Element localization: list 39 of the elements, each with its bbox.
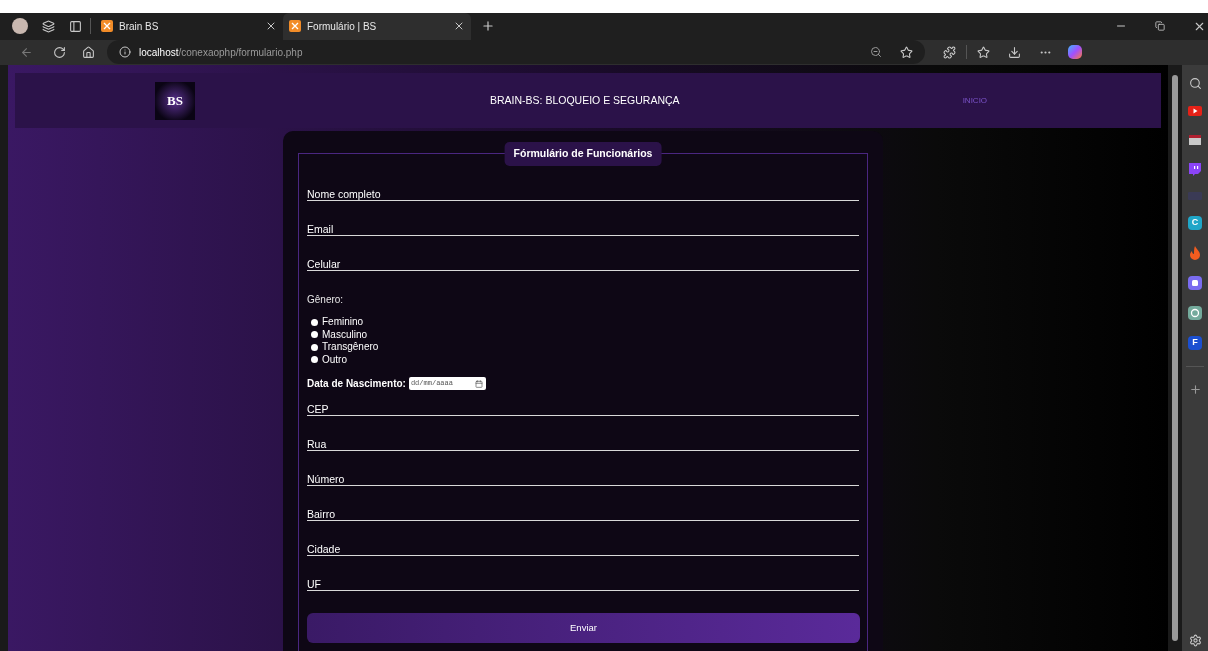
url-text: localhost/conexaophp/formulario.php xyxy=(139,45,303,60)
field-label: UF xyxy=(307,578,321,589)
date-label: Data de Nascimento: xyxy=(307,377,406,391)
tab-title: Brain BS xyxy=(119,19,160,34)
text-field[interactable]: CEP xyxy=(307,394,859,416)
logo[interactable]: BS xyxy=(155,81,195,120)
radio-option[interactable]: Outro xyxy=(311,353,859,366)
site-title: BRAIN-BS: BLOQUEIO E SEGURANÇA xyxy=(490,92,680,108)
text-field[interactable]: Bairro xyxy=(307,499,859,521)
app-letter-icon[interactable]: F xyxy=(1188,336,1202,350)
field-label: CEP xyxy=(307,403,329,414)
radio-label: Outro xyxy=(322,354,347,365)
text-field[interactable]: Nome completo xyxy=(307,179,859,201)
text-field[interactable]: Cidade xyxy=(307,534,859,556)
field-label: Cidade xyxy=(307,543,341,554)
radio-label: Feminino xyxy=(322,317,364,328)
text-field[interactable]: Email xyxy=(307,214,859,236)
field-label: Celular xyxy=(307,258,341,269)
field-label: Rua xyxy=(307,438,327,449)
radio-label: Masculino xyxy=(322,329,368,340)
form-legend: Fórmulário de Funcionários xyxy=(504,142,662,166)
text-field[interactable]: Celular xyxy=(307,249,859,271)
text-field[interactable]: UF xyxy=(307,569,859,591)
tab-title: Formulário | BS xyxy=(307,19,378,34)
browser-tab[interactable]: Brain BS xyxy=(95,12,283,40)
submit-button[interactable]: Enviar xyxy=(307,613,860,643)
address-bar[interactable]: localhost/conexaophp/formulario.php xyxy=(107,40,925,65)
field-label: Nome completo xyxy=(307,188,381,199)
field-label: Bairro xyxy=(307,508,335,519)
field-label: Número xyxy=(307,473,345,484)
radio-option[interactable]: Masculino xyxy=(311,328,859,341)
text-field[interactable]: Número xyxy=(307,464,859,486)
radio-option[interactable]: Feminino xyxy=(311,316,859,329)
browser-tab[interactable]: Formulário | BS xyxy=(283,12,471,40)
text-field[interactable]: Rua xyxy=(307,429,859,451)
gender-label: Gênero: xyxy=(307,293,345,307)
radio-option[interactable]: Transgênero xyxy=(311,341,859,354)
field-label: Email xyxy=(307,223,334,234)
radio-label: Transgênero xyxy=(322,342,379,353)
